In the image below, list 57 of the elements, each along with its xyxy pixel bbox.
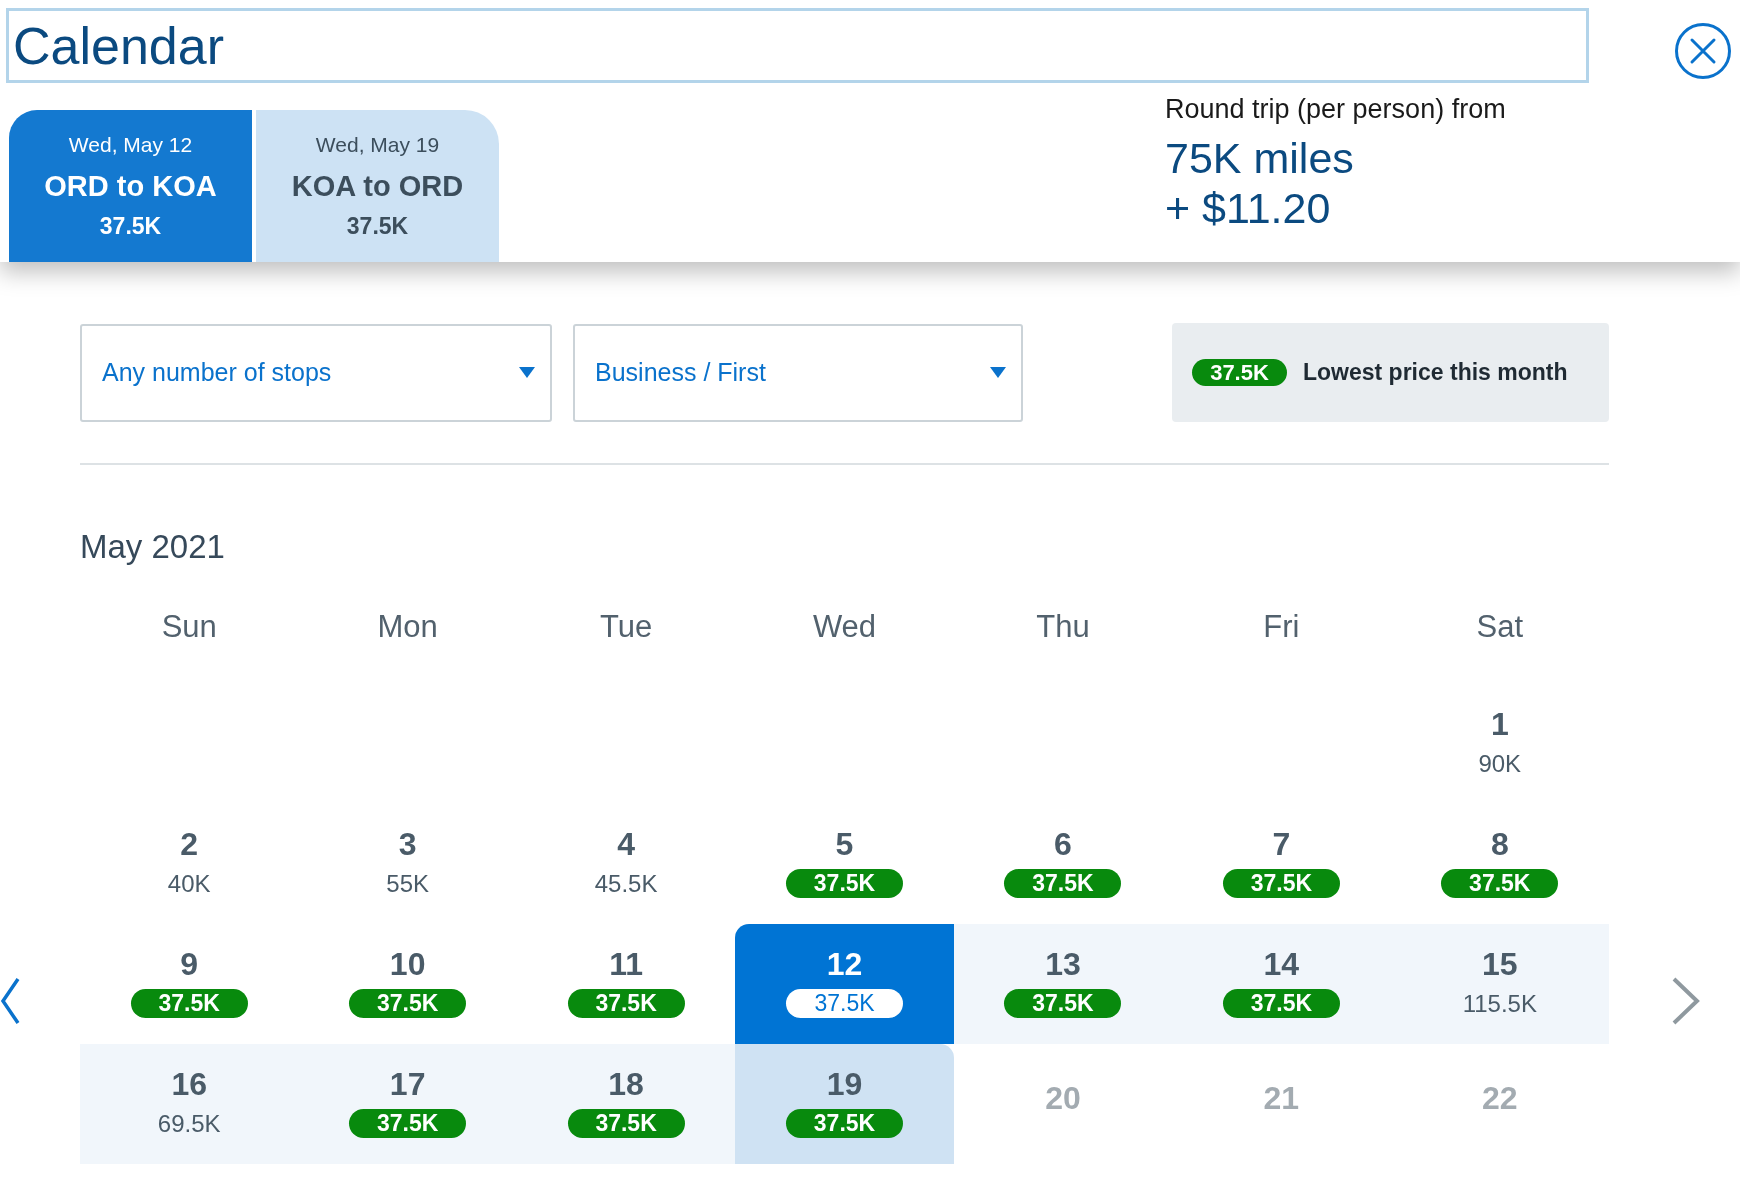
price-badge: 37.5K	[1192, 359, 1287, 386]
price-badge: 37.5K	[1441, 869, 1559, 898]
caret-icon	[990, 367, 1006, 378]
price-badge: 37.5K	[567, 989, 685, 1018]
price-badge: 37.5K	[1004, 869, 1122, 898]
weekday-label: Tue	[599, 607, 653, 646]
price-badge: 37.5K	[1222, 989, 1340, 1018]
filter-dropdown[interactable]: Business / First	[573, 323, 1023, 422]
calendar-day[interactable]: 4 45.5K	[516, 804, 736, 924]
weekday-label: Sat	[1476, 607, 1524, 646]
weekday-label: Mon	[377, 607, 438, 646]
calendar-title: Calendar	[6, 8, 1589, 83]
price-badge: 37.5K	[1222, 869, 1340, 898]
fare-caption: Round trip (per person) from	[1165, 93, 1506, 126]
previous-month-button[interactable]	[0, 976, 22, 1026]
weekday-label: Thu	[1036, 607, 1090, 646]
calendar-day[interactable]: 19 37.5K	[735, 1044, 954, 1164]
calendar-day[interactable]: 3 55K	[298, 804, 517, 924]
price-badge: 37.5K	[1004, 989, 1122, 1018]
trip-tab[interactable]: Wed, May 19 KOA to ORD 37.5K	[256, 110, 499, 262]
miles-amount: 75K miles	[1165, 134, 1354, 182]
calendar-day[interactable]: 12 37.5K	[735, 924, 954, 1044]
calendar-day[interactable]: 16 69.5K	[80, 1044, 299, 1164]
price-badge: 37.5K	[786, 1109, 903, 1138]
close-icon	[1675, 23, 1731, 79]
legend-label: Lowest price this month	[1303, 358, 1568, 388]
calendar-day[interactable]: 10 37.5K	[298, 924, 517, 1044]
calendar-day[interactable]: 2 40K	[80, 804, 299, 924]
filter-dropdown[interactable]: Any number of stops	[80, 323, 552, 422]
calendar-day[interactable]: 14 37.5K	[1172, 924, 1391, 1044]
caret-icon	[519, 367, 535, 378]
calendar-day[interactable]: 18 37.5K	[516, 1044, 736, 1164]
fee-amount: + $11.20	[1165, 184, 1331, 232]
weekday-label: Wed	[812, 607, 877, 646]
calendar-day[interactable]: 11 37.5K	[516, 924, 736, 1044]
month-heading: May 2021	[80, 527, 225, 567]
weekday-label: Sun	[161, 607, 217, 646]
price-badge: 37.5K	[130, 989, 248, 1018]
calendar-day[interactable]: 13 37.5K	[953, 924, 1173, 1044]
weekday-label: Fri	[1263, 607, 1300, 646]
price-badge: 37.5K	[786, 989, 903, 1018]
calendar-day[interactable]: 17 37.5K	[298, 1044, 517, 1164]
calendar-day[interactable]: 8 37.5K	[1390, 804, 1609, 924]
calendar-day[interactable]: 6 37.5K	[953, 804, 1173, 924]
chevron-left-icon	[0, 977, 20, 1025]
close-button[interactable]	[1675, 23, 1731, 79]
trip-tab[interactable]: Wed, May 12 ORD to KOA 37.5K	[9, 110, 252, 262]
calendar-day[interactable]: 15 115.5K	[1390, 924, 1609, 1044]
calendar-day[interactable]: 9 37.5K	[80, 924, 299, 1044]
chevron-right-icon	[1671, 977, 1701, 1025]
price-badge: 37.5K	[349, 1109, 467, 1138]
calendar-day[interactable]: 7 37.5K	[1172, 804, 1391, 924]
calendar-day[interactable]: 5 37.5K	[735, 804, 954, 924]
price-badge: 37.5K	[786, 869, 903, 898]
price-badge: 37.5K	[567, 1109, 685, 1138]
calendar-day[interactable]: 1 90K	[1390, 684, 1609, 804]
price-badge: 37.5K	[349, 989, 467, 1018]
